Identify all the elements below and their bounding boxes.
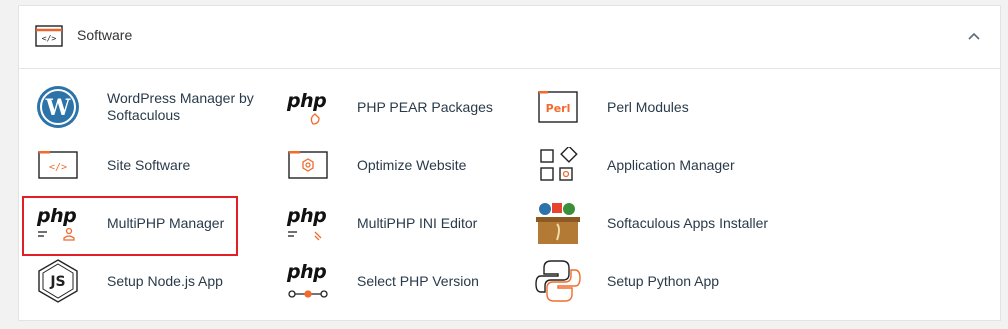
svg-text:</>: </> <box>42 34 57 43</box>
perl-icon: Perl <box>535 84 581 130</box>
item-label: Application Manager <box>607 156 735 173</box>
php-version-icon: php <box>285 258 331 304</box>
item-label: WordPress Manager by Softaculous <box>107 90 254 123</box>
multiphp-ini-editor-link[interactable]: php MultiPHP INI Editor <box>285 198 477 248</box>
php-ini-icon: php <box>285 200 331 246</box>
php-user-icon: php <box>35 200 81 246</box>
item-label: MultiPHP INI Editor <box>357 214 478 231</box>
item-label: Setup Node.js App <box>107 272 223 289</box>
application-grid-icon <box>535 142 581 188</box>
item-label: Optimize Website <box>357 156 467 173</box>
php-pear-icon: php <box>285 84 331 130</box>
item-label: Perl Modules <box>607 98 689 115</box>
optimize-gear-icon <box>285 142 331 188</box>
setup-python-app-link[interactable]: Setup Python App <box>535 256 719 306</box>
item-label: PHP PEAR Packages <box>357 98 493 115</box>
perl-logo-text: Perl <box>546 102 571 115</box>
svg-text:W: W <box>45 95 71 121</box>
item-label: MultiPHP Manager <box>107 214 225 231</box>
perl-modules-link[interactable]: Perl Perl Modules <box>535 82 689 132</box>
optimize-website-link[interactable]: Optimize Website <box>285 140 466 190</box>
php-pear-packages-link[interactable]: php PHP PEAR Packages <box>285 82 493 132</box>
application-manager-link[interactable]: Application Manager <box>535 140 735 190</box>
item-label: Select PHP Version <box>357 272 479 289</box>
code-window-icon: </> <box>35 142 81 188</box>
item-label: Site Software <box>107 156 191 173</box>
svg-text:</>: </> <box>49 162 67 173</box>
wordpress-icon: W <box>35 84 81 130</box>
softaculous-apps-installer-link[interactable]: Softaculous Apps Installer <box>535 198 768 248</box>
nodejs-icon: JS <box>35 258 81 304</box>
svg-text:JS: JS <box>49 274 65 290</box>
section-header[interactable]: </> Software <box>19 6 1000 69</box>
select-php-version-link[interactable]: php Select PHP Version <box>285 256 479 306</box>
section-title: Software <box>77 27 133 43</box>
item-label: Setup Python App <box>607 272 720 289</box>
python-icon <box>535 258 581 304</box>
code-window-icon: </> <box>35 25 63 47</box>
site-software-link[interactable]: </> Site Software <box>35 140 190 190</box>
setup-nodejs-app-link[interactable]: JS Setup Node.js App <box>35 256 223 306</box>
item-label: Softaculous Apps Installer <box>607 214 769 231</box>
multiphp-manager-link[interactable]: php MultiPHP Manager <box>35 198 224 248</box>
softaculous-box-icon <box>535 200 581 246</box>
wordpress-manager-link[interactable]: W WordPress Manager by Softaculous <box>35 82 277 132</box>
chevron-up-icon[interactable] <box>966 28 982 44</box>
